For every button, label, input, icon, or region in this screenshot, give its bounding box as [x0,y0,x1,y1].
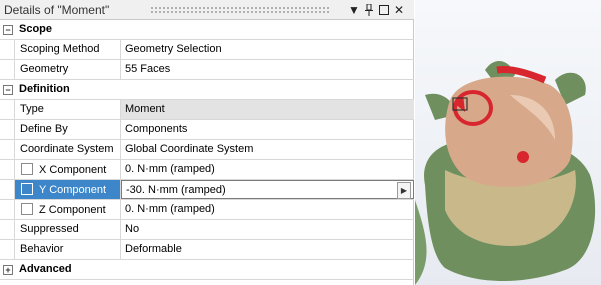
category-scope[interactable]: − Scope [0,20,414,40]
parameter-checkbox[interactable] [21,183,33,195]
property-value-editor[interactable]: -30. N·mm (ramped) ▶ [121,180,414,199]
property-row-geometry[interactable]: Geometry 55 Faces [0,60,414,80]
property-label-with-checkbox: Y Component [14,180,121,199]
property-label: Z Component [39,204,106,216]
property-row-z-component[interactable]: Z Component 0. N·mm (ramped) [0,200,414,220]
property-label: Y Component [39,184,107,196]
property-row-suppressed[interactable]: Suppressed No [0,220,414,240]
property-row-define-by[interactable]: Define By Components [0,120,414,140]
property-row-y-component[interactable]: Y Component -30. N·mm (ramped) ▶ [0,180,414,200]
property-label: Define By [14,120,121,139]
property-value[interactable]: Deformable [121,240,414,259]
parameter-checkbox[interactable] [21,163,33,175]
category-label: Advanced [19,263,72,275]
property-label: Behavior [14,240,121,259]
property-row-x-component[interactable]: X Component 0. N·mm (ramped) [0,160,414,180]
property-value[interactable]: Global Coordinate System [121,140,414,159]
property-label: Geometry [14,60,121,79]
drag-grip[interactable] [150,6,330,13]
restore-icon[interactable] [377,1,391,19]
property-value[interactable]: 0. N·mm (ramped) [121,160,414,179]
property-value[interactable]: Moment [121,100,414,119]
property-label: X Component [39,164,107,176]
load-point-marker [517,151,529,163]
category-label: Scope [19,23,53,35]
property-label: Coordinate System [14,140,121,159]
details-titlebar: Details of "Moment" ▼ ✕ [0,0,414,20]
graphics-viewport[interactable] [415,0,601,285]
model-render [415,60,596,285]
pin-icon[interactable] [362,1,376,19]
category-definition[interactable]: − Definition [0,80,414,100]
property-value[interactable]: No [121,220,414,239]
expand-icon[interactable]: + [3,265,13,275]
chevron-right-icon[interactable]: ▶ [397,182,411,199]
property-label-with-checkbox: Z Component [14,200,121,219]
property-row-type[interactable]: Type Moment [0,100,414,120]
details-panel: Details of "Moment" ▼ ✕ − Scope Scoping … [0,0,414,285]
category-advanced[interactable]: + Advanced [0,260,414,280]
property-label: Scoping Method [14,40,121,59]
close-icon[interactable]: ✕ [392,1,406,19]
property-value[interactable]: Components [121,120,414,139]
property-value[interactable]: -30. N·mm (ramped) [126,184,226,196]
collapse-icon[interactable]: − [3,25,13,35]
parameter-checkbox[interactable] [21,203,33,215]
property-value[interactable]: Geometry Selection [121,40,414,59]
property-label-with-checkbox: X Component [14,160,121,179]
green-bone-part [415,200,427,285]
property-grid: − Scope Scoping Method Geometry Selectio… [0,20,414,280]
property-label: Type [14,100,121,119]
property-row-coordinate-system[interactable]: Coordinate System Global Coordinate Syst… [0,140,414,160]
property-value[interactable]: 55 Faces [121,60,414,79]
category-label: Definition [19,83,70,95]
panel-title: Details of "Moment" [4,3,110,17]
collapse-icon[interactable]: − [3,85,13,95]
property-row-scoping-method[interactable]: Scoping Method Geometry Selection [0,40,414,60]
property-row-behavior[interactable]: Behavior Deformable [0,240,414,260]
property-label: Suppressed [14,220,121,239]
property-value[interactable]: 0. N·mm (ramped) [121,200,414,219]
chevron-down-icon[interactable]: ▼ [347,1,361,19]
